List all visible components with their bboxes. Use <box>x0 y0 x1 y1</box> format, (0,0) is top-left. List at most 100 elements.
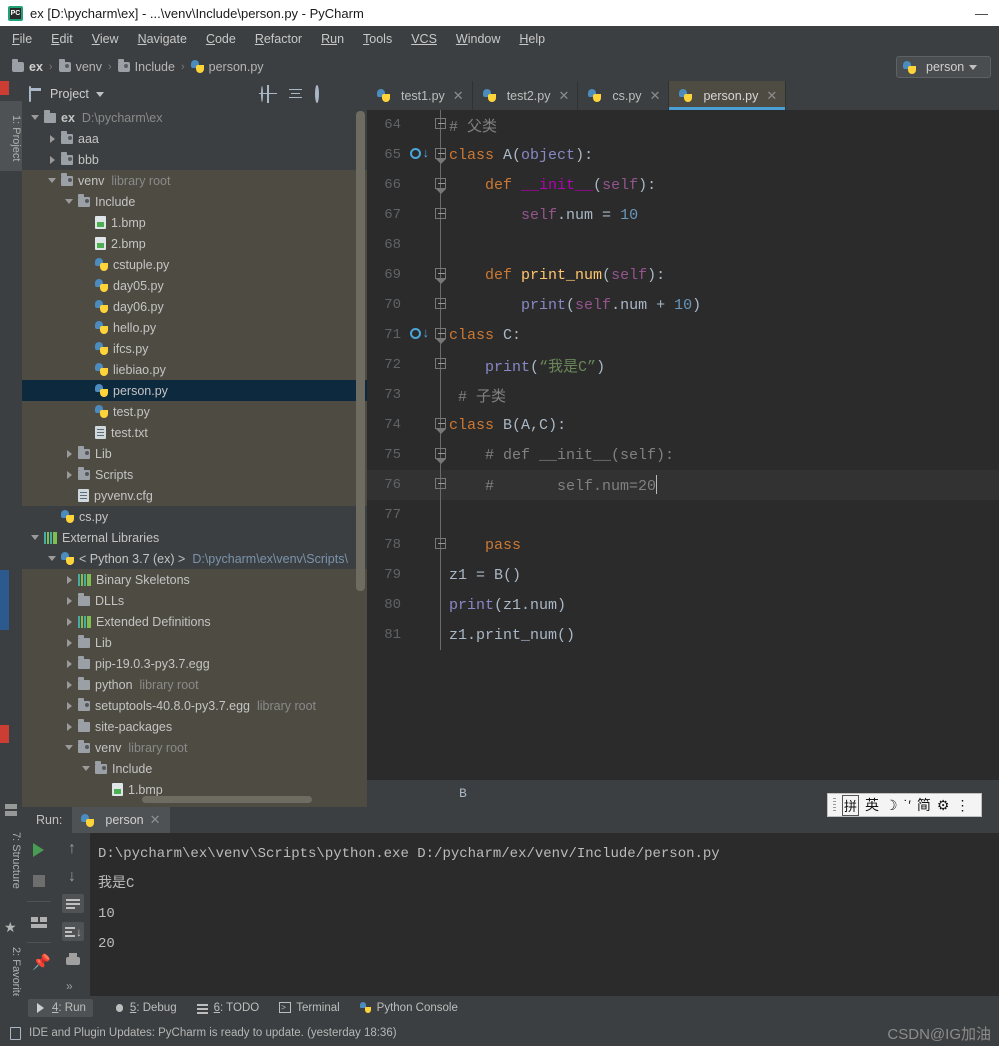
chevron-down-icon[interactable] <box>64 196 75 207</box>
scroll-to-end-icon[interactable]: ↓ <box>62 922 84 941</box>
code-line[interactable]: 73 # 子类 <box>367 380 999 410</box>
breadcrumb-item-include[interactable]: Include <box>117 58 175 74</box>
ime-gear-icon[interactable]: ⚙ <box>937 797 950 814</box>
tree-item-bbb[interactable]: bbb <box>22 149 367 170</box>
code-line[interactable]: 66 def __init__(self): <box>367 170 999 200</box>
code-line[interactable]: 76 # self.num=20 <box>367 470 999 500</box>
tree-item-testpy[interactable]: test.py <box>22 401 367 422</box>
tree-item-externallibraries[interactable]: External Libraries <box>22 527 367 548</box>
up-arrow-icon[interactable]: ↑ <box>62 839 84 858</box>
code-folding-gutter[interactable] <box>433 320 449 350</box>
sidebar-tab-project[interactable]: 1: Project <box>0 101 22 171</box>
chevron-down-icon[interactable] <box>47 553 58 564</box>
tool-window-button-5debug[interactable]: 5: Debug <box>113 1002 177 1014</box>
menu-item-help[interactable]: Help <box>519 32 545 46</box>
code-editor[interactable]: 64 # 父类 65 ↓ class A(object): 66 def __init__… <box>367 110 999 780</box>
stop-icon[interactable] <box>28 870 50 892</box>
code-folding-gutter[interactable] <box>433 170 449 200</box>
expand-more-icon[interactable]: » <box>62 977 84 996</box>
ime-moon-icon[interactable]: ☽ <box>885 797 898 814</box>
tree-item-python[interactable]: python library root <box>22 674 367 695</box>
code-line[interactable]: 67 self.num = 10 <box>367 200 999 230</box>
code-folding-gutter[interactable] <box>433 440 449 470</box>
code-folding-gutter[interactable] <box>433 140 449 170</box>
chevron-right-icon[interactable] <box>47 154 58 165</box>
tool-window-button-6todo[interactable]: 6: TODO <box>196 1002 259 1014</box>
code-line[interactable]: 77 <box>367 500 999 530</box>
close-icon[interactable]: ✕ <box>766 88 777 104</box>
chevron-right-icon[interactable] <box>64 616 75 627</box>
chevron-down-icon[interactable] <box>95 91 104 97</box>
settings-gear-icon[interactable] <box>315 84 330 103</box>
locate-icon[interactable] <box>261 85 276 102</box>
run-tab-person[interactable]: person ✕ <box>72 807 170 833</box>
run-console-output[interactable]: D:\pycharm\ex\venv\Scripts\python.exe D:… <box>90 833 999 996</box>
tree-item-ifcspy[interactable]: ifcs.py <box>22 338 367 359</box>
menu-item-navigate[interactable]: Navigate <box>138 32 187 46</box>
notification-icon[interactable] <box>10 1026 21 1040</box>
tree-item-include[interactable]: Include <box>22 758 367 779</box>
code-line[interactable]: 75 # def __init__(self): <box>367 440 999 470</box>
run-configuration-selector[interactable]: person <box>896 56 991 78</box>
code-line[interactable]: 70 print(self.num + 10) <box>367 290 999 320</box>
tool-window-button-terminal[interactable]: > Terminal <box>279 1002 340 1014</box>
project-tree-vertical-scrollbar[interactable] <box>356 111 365 591</box>
tree-item-venv[interactable]: venv library root <box>22 170 367 191</box>
tree-item-ex[interactable]: ex D:\pycharm\ex <box>22 107 367 128</box>
sidebar-tab-structure[interactable]: 7: Structure <box>0 821 22 899</box>
chevron-down-icon[interactable] <box>30 532 41 543</box>
code-folding-gutter[interactable] <box>433 620 449 650</box>
print-icon[interactable] <box>62 950 84 969</box>
chevron-down-icon[interactable] <box>47 175 58 186</box>
menu-item-refactor[interactable]: Refactor <box>255 32 302 46</box>
ime-toolbar[interactable]: 拼 英 ☽ ˙′ 简 ⚙ ⋮ <box>827 793 982 817</box>
tree-item-setuptools4080py37egg[interactable]: setuptools-40.8.0-py3.7.egg library root <box>22 695 367 716</box>
code-folding-gutter[interactable] <box>433 380 449 410</box>
ime-grip-icon[interactable] <box>833 798 836 812</box>
menu-item-file[interactable]: File <box>12 32 32 46</box>
project-tree-horizontal-scrollbar[interactable] <box>142 796 312 803</box>
tree-item-pyvenvcfg[interactable]: pyvenv.cfg <box>22 485 367 506</box>
soft-wrap-icon[interactable] <box>62 894 84 914</box>
code-line[interactable]: 72 print(“我是C”) <box>367 350 999 380</box>
chevron-right-icon[interactable] <box>47 133 58 144</box>
code-folding-gutter[interactable] <box>433 110 449 140</box>
tree-item-venv[interactable]: venv library root <box>22 737 367 758</box>
tool-window-button-pythonconsole[interactable]: Python Console <box>359 1002 458 1014</box>
chevron-right-icon[interactable] <box>64 637 75 648</box>
tree-item-pip1903py37egg[interactable]: pip-19.0.3-py3.7.egg <box>22 653 367 674</box>
code-folding-gutter[interactable] <box>433 470 449 500</box>
override-method-icon[interactable]: ↓ <box>407 320 433 350</box>
project-tree[interactable]: ex D:\pycharm\ex aaa bbb venv library root Inc… <box>22 107 367 807</box>
tree-item-cspy[interactable]: cs.py <box>22 506 367 527</box>
ime-english-button[interactable]: 英 <box>865 795 879 815</box>
ime-punctuation-icon[interactable]: ˙′ <box>904 797 911 813</box>
ime-simplified-button[interactable]: 简 <box>917 795 931 815</box>
chevron-right-icon[interactable] <box>64 595 75 606</box>
override-method-icon[interactable]: ↓ <box>407 140 433 170</box>
code-line[interactable]: 68 <box>367 230 999 260</box>
tree-item-testtxt[interactable]: test.txt <box>22 422 367 443</box>
tree-item-extendeddefinitions[interactable]: Extended Definitions <box>22 611 367 632</box>
tree-item-sitepackages[interactable]: site-packages <box>22 716 367 737</box>
tree-item-day05py[interactable]: day05.py <box>22 275 367 296</box>
close-icon[interactable]: ✕ <box>150 812 161 828</box>
chevron-right-icon[interactable] <box>64 469 75 480</box>
menu-item-tools[interactable]: Tools <box>363 32 392 46</box>
code-folding-gutter[interactable] <box>433 560 449 590</box>
tree-item-dlls[interactable]: DLLs <box>22 590 367 611</box>
close-icon[interactable]: ✕ <box>558 88 569 104</box>
chevron-right-icon[interactable] <box>64 658 75 669</box>
code-line[interactable]: 74 class B(A,C): <box>367 410 999 440</box>
pin-icon[interactable]: 📌 <box>28 952 51 974</box>
menu-item-view[interactable]: View <box>92 32 119 46</box>
tree-item-2bmp[interactable]: 2.bmp <box>22 233 367 254</box>
editor-tab-test2py[interactable]: test2.py ✕ <box>473 81 579 110</box>
menu-item-edit[interactable]: Edit <box>51 32 73 46</box>
menu-item-vcs[interactable]: VCS <box>411 32 437 46</box>
chevron-down-icon[interactable] <box>64 742 75 753</box>
chevron-down-icon[interactable] <box>81 763 92 774</box>
breadcrumb-item-personpy[interactable]: person.py <box>190 60 264 74</box>
chevron-right-icon[interactable] <box>64 679 75 690</box>
menu-item-window[interactable]: Window <box>456 32 500 46</box>
